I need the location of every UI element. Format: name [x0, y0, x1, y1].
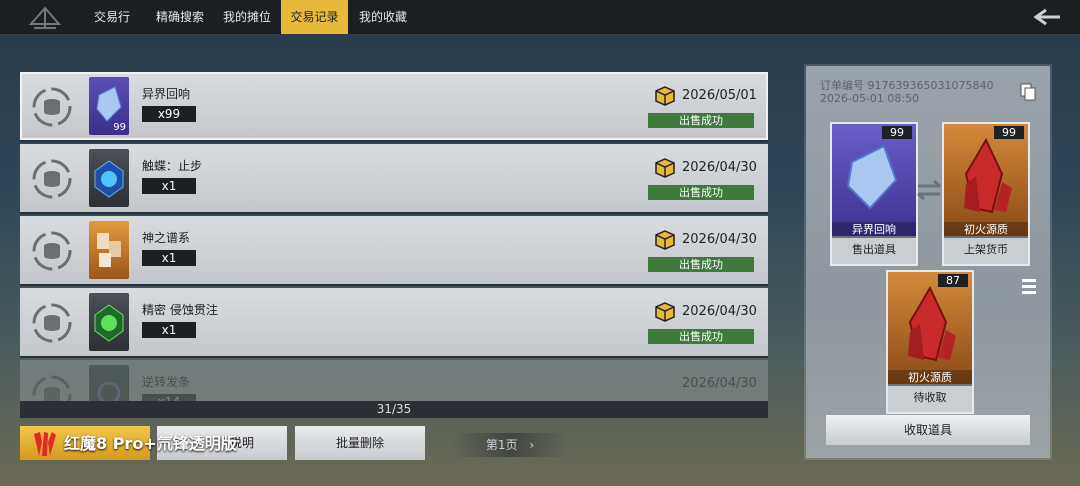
sold-item-card: 99 异界回响 售出道具 — [830, 122, 918, 266]
item-count: 87 — [938, 274, 968, 287]
red-crystal-icon — [908, 285, 956, 362]
copy-icon[interactable] — [1020, 83, 1036, 101]
status-badge: 出售成功 — [648, 185, 754, 200]
trade-record-list[interactable]: 99 异界回响 x99 2026/05/01 出售成功 触蝶：止步 x1 202… — [20, 72, 768, 418]
red-crystal-icon — [964, 137, 1012, 214]
package-icon — [655, 158, 675, 178]
status-badge: 出售成功 — [648, 329, 754, 344]
tab-my-favorites[interactable]: 我的收藏 — [352, 0, 414, 34]
item-thumbnail — [89, 221, 129, 279]
item-name: 异界回响 — [142, 87, 191, 101]
trade-detail-panel: 订单编号 917639365031075840 2026-05-01 08:50… — [806, 66, 1050, 458]
tab-my-stall[interactable]: 我的摊位 — [216, 0, 278, 34]
item-name: 精密 侵蚀贯注 — [142, 303, 218, 317]
corrosion-gem-icon — [94, 304, 124, 342]
currency-card: 99 初火源质 上架货币 — [942, 122, 1030, 266]
coin-cycle-icon — [32, 87, 72, 127]
collect-items-button[interactable]: 收取道具 — [826, 415, 1030, 445]
record-count: 31/35 — [20, 401, 768, 418]
trade-date: 2026/04/30 — [682, 160, 757, 175]
trade-record-row[interactable]: 精密 侵蚀贯注 x1 2026/04/30 出售成功 — [20, 288, 768, 358]
crystal-icon — [846, 144, 898, 210]
item-art — [832, 124, 916, 236]
red-magic-logo-icon — [34, 432, 56, 456]
item-quantity: x1 — [142, 178, 196, 194]
status-badge: 出售成功 — [648, 257, 754, 272]
package-icon — [655, 302, 675, 322]
item-quantity: x99 — [142, 106, 196, 122]
thumbnail-count: 99 — [113, 122, 126, 133]
card-caption: 售出道具 — [832, 238, 916, 264]
item-name: 异界回响 — [832, 222, 916, 238]
item-name: 神之谱系 — [142, 231, 191, 245]
item-name: 触蝶：止步 — [142, 159, 203, 173]
trade-date: 2026/04/30 — [682, 376, 757, 391]
watermark-text: 红魔8 Pro+氘锋透明版 — [64, 434, 237, 453]
item-art — [944, 124, 1028, 236]
item-name: 逆转发条 — [142, 375, 191, 389]
device-watermark: 红魔8 Pro+氘锋透明版 — [30, 428, 237, 460]
item-thumbnail — [89, 149, 129, 207]
package-icon — [655, 86, 675, 106]
order-time: 2026-05-01 08:50 — [820, 92, 920, 105]
batch-delete-button[interactable]: 批量删除 — [295, 426, 425, 460]
card-caption: 待收取 — [888, 386, 972, 412]
page-label: 第1页 — [485, 438, 518, 452]
glyph-cards-icon — [97, 233, 121, 267]
coin-cycle-icon — [32, 159, 72, 199]
item-quantity: x1 — [142, 322, 196, 338]
emblem-icon — [28, 6, 62, 29]
tab-precise-search[interactable]: 精确搜索 — [148, 0, 212, 34]
page-selector[interactable]: 第1页 › — [452, 433, 568, 457]
item-quantity: x1 — [142, 250, 196, 266]
tab-trade-records[interactable]: 交易记录 — [281, 0, 348, 34]
tab-auction-house[interactable]: 交易行 — [84, 0, 140, 34]
butterfly-icon — [94, 160, 124, 198]
item-name: 初火源质 — [944, 222, 1028, 238]
trade-record-row[interactable]: 神之谱系 x1 2026/04/30 出售成功 — [20, 216, 768, 286]
chevron-right-icon[interactable]: › — [529, 438, 534, 452]
item-count: 99 — [994, 126, 1024, 139]
coin-cycle-icon — [32, 231, 72, 271]
item-name: 初火源质 — [888, 370, 972, 386]
trade-date: 2026/04/30 — [682, 304, 757, 319]
item-art — [888, 272, 972, 384]
status-badge: 出售成功 — [648, 113, 754, 128]
package-icon — [655, 230, 675, 250]
top-navigation-bar: 交易行 精确搜索 我的摊位 交易记录 我的收藏 — [0, 0, 1080, 35]
trade-date: 2026/05/01 — [682, 88, 757, 103]
trade-record-row[interactable]: 触蝶：止步 x1 2026/04/30 出售成功 — [20, 144, 768, 214]
card-caption: 上架货币 — [944, 238, 1028, 264]
order-info: 订单编号 917639365031075840 2026-05-01 08:50 — [820, 79, 993, 105]
swap-arrows-icon — [917, 179, 941, 201]
trade-date: 2026/04/30 — [682, 232, 757, 247]
pending-collect-card[interactable]: 87 初火源质 待收取 — [886, 270, 974, 414]
item-count: 99 — [882, 126, 912, 139]
item-thumbnail — [89, 293, 129, 351]
item-thumbnail: 99 — [89, 77, 129, 135]
trade-record-row[interactable]: 99 异界回响 x99 2026/05/01 出售成功 — [20, 72, 768, 142]
back-arrow-icon[interactable] — [1032, 8, 1062, 26]
order-number: 订单编号 917639365031075840 — [820, 79, 994, 92]
list-menu-icon[interactable] — [1022, 278, 1036, 294]
coin-cycle-icon — [32, 303, 72, 343]
